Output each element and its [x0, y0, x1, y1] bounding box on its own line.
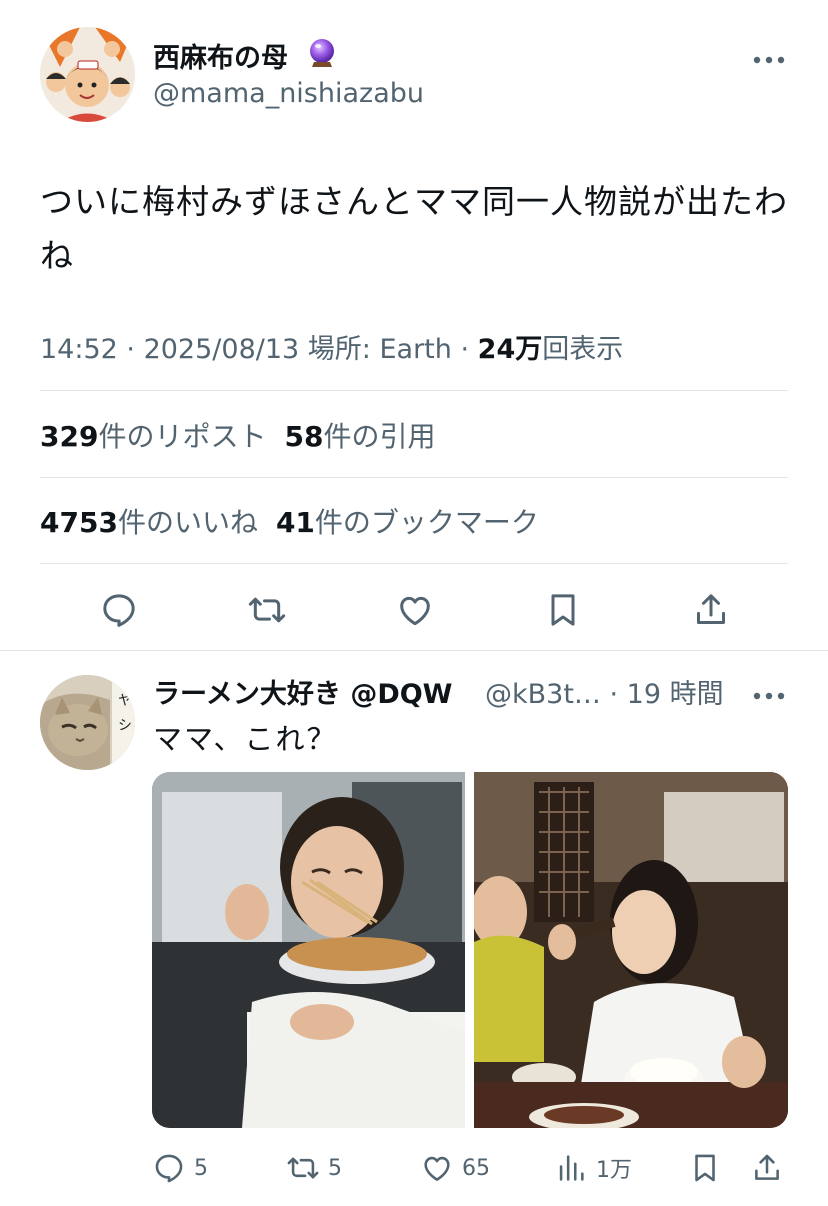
repost-icon — [287, 1157, 319, 1179]
reply-button[interactable] — [97, 588, 141, 632]
reply-handle-time[interactable]: @kB3t… · 19 時間 — [485, 672, 724, 711]
share-button[interactable] — [689, 588, 733, 632]
like-count: 65 — [462, 1155, 490, 1181]
reply-text: ママ、これ？ — [153, 722, 338, 756]
user-avatar[interactable] — [40, 27, 135, 122]
share-icon — [697, 594, 725, 624]
quotes-stat[interactable]: 58件の引用 — [284, 420, 435, 453]
reply-icon — [103, 594, 135, 627]
bookmarks-stat[interactable]: 41件のブックマーク — [276, 506, 539, 539]
bookmark-icon — [695, 1154, 715, 1182]
meta-separator: · — [460, 334, 478, 365]
like-button[interactable] — [393, 588, 437, 632]
reply-like-button[interactable]: 65 — [420, 1148, 490, 1188]
bookmark-icon — [551, 594, 575, 626]
views-label: 回表示 — [542, 334, 624, 365]
divider — [40, 563, 788, 564]
reply-count: 5 — [194, 1155, 208, 1181]
reposts-count: 329 — [40, 420, 99, 453]
section-divider — [0, 650, 828, 651]
bookmarks-label: 件のブックマーク — [314, 506, 539, 539]
repost-count: 5 — [328, 1155, 342, 1181]
svg-text:ヤ: ヤ — [118, 693, 132, 709]
bookmark-button[interactable] — [541, 588, 585, 632]
reply-icon — [155, 1154, 183, 1183]
tweet-text: ついに梅村みずほさんとママ同一人物説が出たわね — [40, 182, 788, 275]
reply-repost-button[interactable]: 5 — [286, 1148, 342, 1188]
tweet-date[interactable]: 2025/08/13 — [144, 334, 300, 365]
user-handle[interactable]: @mama_nishiazabu — [153, 78, 424, 109]
like-icon — [400, 596, 430, 626]
svg-text:シ: シ — [118, 718, 132, 734]
quotes-label: 件の引用 — [323, 420, 436, 453]
views-count: 24万 — [477, 334, 543, 365]
engagement-row-1: 329件のリポスト 58件の引用 — [40, 415, 435, 455]
likes-stat[interactable]: 4753件のいいね — [40, 506, 258, 539]
reposts-label: 件のリポスト — [98, 420, 267, 453]
more-options-icon[interactable] — [752, 50, 786, 64]
tweet-time[interactable]: 14:52 — [40, 334, 118, 365]
tweet-location: 場所: Earth — [307, 334, 452, 365]
meta-separator: · — [126, 334, 144, 365]
more-options-icon[interactable] — [752, 686, 786, 700]
divider — [40, 477, 788, 478]
bookmarks-count: 41 — [275, 506, 315, 539]
tweet-action-bar — [0, 588, 828, 632]
repost-icon — [248, 597, 286, 623]
reply-bookmark-button[interactable] — [688, 1148, 722, 1188]
like-icon — [424, 1156, 450, 1181]
reply-reply-button[interactable]: 5 — [152, 1148, 208, 1188]
quotes-count: 58 — [284, 420, 324, 453]
reply-photo-1[interactable] — [152, 772, 465, 1128]
analytics-icon — [559, 1155, 584, 1181]
share-icon — [755, 1154, 779, 1180]
reply-views-button[interactable]: 1万 — [554, 1148, 632, 1188]
crystal-ball-icon — [305, 36, 339, 70]
repost-button[interactable] — [245, 588, 289, 632]
reply-action-bar: 5 5 65 1万 — [0, 1148, 828, 1188]
divider — [40, 390, 788, 391]
likes-count: 4753 — [40, 506, 118, 539]
reply-share-button[interactable] — [750, 1148, 784, 1188]
likes-label: 件のいいね — [117, 506, 258, 539]
reposts-stat[interactable]: 329件のリポスト — [40, 420, 266, 453]
tweet-meta: 14:52 · 2025/08/13 場所: Earth · 24万回表示 — [40, 327, 623, 366]
views-count: 1万 — [596, 1158, 632, 1183]
engagement-row-2: 4753件のいいね 41件のブックマーク — [40, 501, 539, 541]
reply-photo-2[interactable] — [474, 772, 788, 1128]
display-name[interactable]: 西麻布の母 — [153, 36, 288, 75]
reply-display-name[interactable]: ラーメン大好き @DQW — [153, 672, 452, 711]
reply-user-avatar[interactable]: ヤ シ — [40, 675, 135, 770]
